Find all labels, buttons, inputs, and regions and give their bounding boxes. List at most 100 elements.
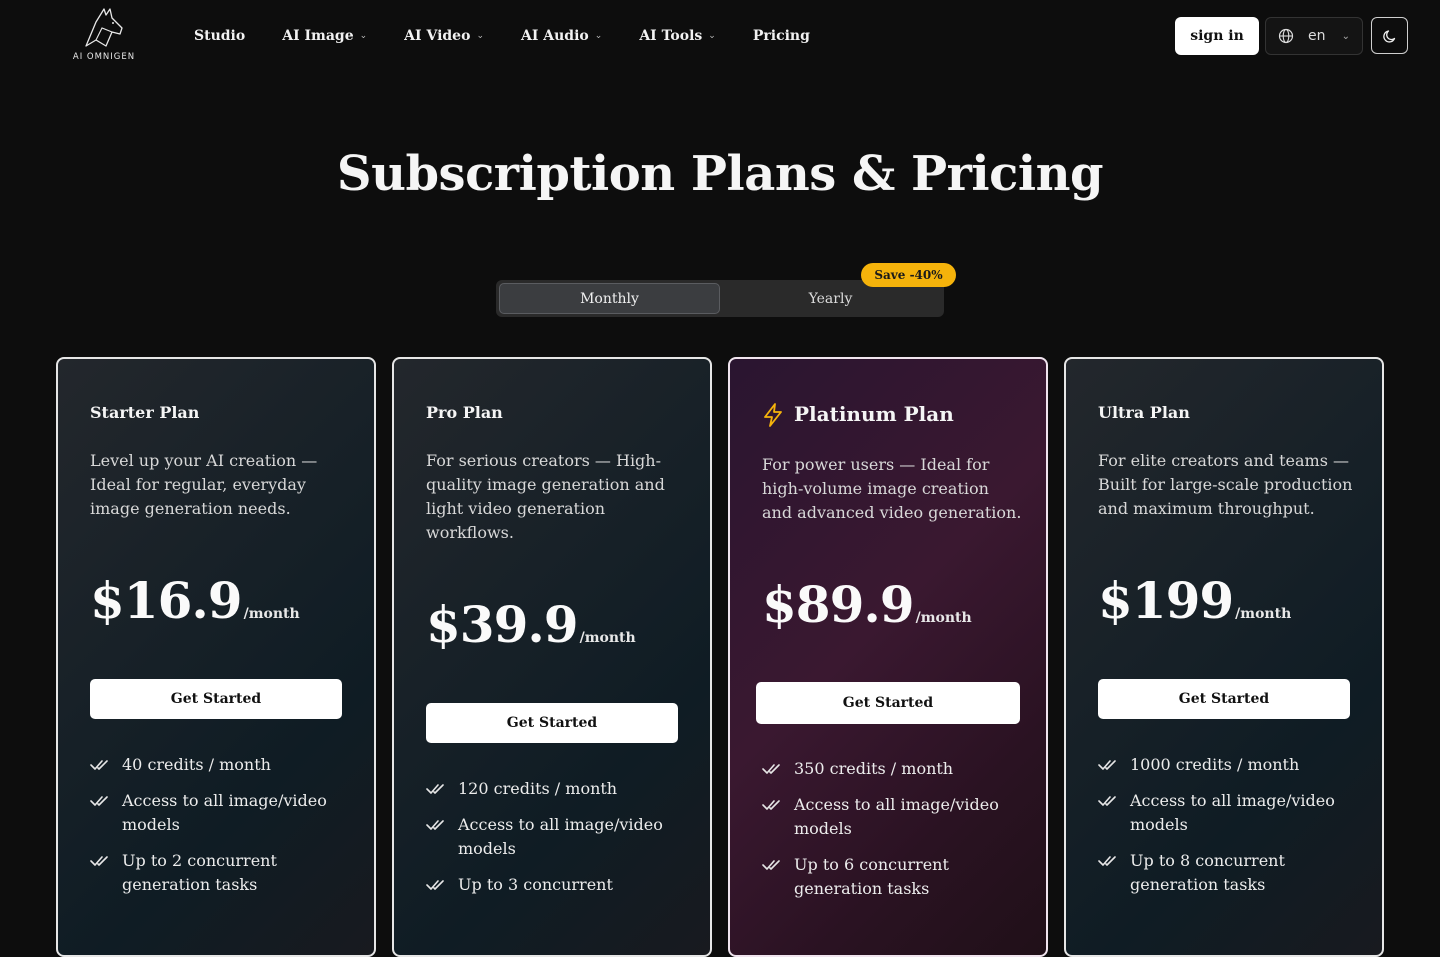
chevron-down-icon: ⌄ bbox=[359, 31, 368, 41]
price-period: /month bbox=[243, 606, 300, 622]
plan-card-pro: Pro Plan For serious creators — High-qua… bbox=[392, 357, 712, 957]
language-value: en bbox=[1308, 28, 1326, 44]
feature-item: 40 credits / month bbox=[90, 753, 350, 777]
get-started-button[interactable]: Get Started bbox=[756, 682, 1020, 724]
feature-item: Access to all image/video models bbox=[426, 813, 686, 861]
save-badge: Save -40% bbox=[861, 263, 956, 287]
feature-item: Up to 2 concurrent generation tasks bbox=[90, 849, 350, 897]
plan-name: Starter Plan bbox=[90, 403, 200, 422]
double-check-icon bbox=[1098, 796, 1116, 806]
price-amount: $39.9 bbox=[426, 595, 579, 654]
price-amount: $89.9 bbox=[762, 575, 915, 634]
feature-item: 1000 credits / month bbox=[1098, 753, 1358, 777]
theme-toggle-button[interactable] bbox=[1371, 17, 1408, 54]
feature-item: 120 credits / month bbox=[426, 777, 686, 801]
nav-link-label: AI Image bbox=[282, 28, 354, 44]
nav-link-label: AI Video bbox=[404, 28, 471, 44]
feature-text: Up to 6 concurrent generation tasks bbox=[794, 855, 949, 898]
nav-link-studio[interactable]: Studio bbox=[194, 28, 245, 44]
get-started-button[interactable]: Get Started bbox=[90, 679, 342, 719]
double-check-icon bbox=[1098, 760, 1116, 770]
plan-price: $89.9 /month bbox=[762, 575, 972, 634]
sign-in-button[interactable]: sign in bbox=[1175, 17, 1259, 55]
plan-card-ultra: Ultra Plan For elite creators and teams … bbox=[1064, 357, 1384, 957]
plan-price: $16.9 /month bbox=[90, 571, 300, 630]
logo[interactable]: AI OMNIGEN bbox=[66, 6, 142, 64]
nav-link-ai-image[interactable]: AI Image ⌄ bbox=[282, 28, 367, 44]
tab-yearly[interactable]: Yearly bbox=[720, 283, 941, 314]
lightning-bolt-icon bbox=[764, 403, 782, 427]
double-check-icon bbox=[426, 880, 444, 890]
double-check-icon bbox=[426, 820, 444, 830]
feature-text: Access to all image/video models bbox=[458, 815, 663, 858]
feature-item: Up to 8 concurrent generation tasks bbox=[1098, 849, 1358, 897]
price-period: /month bbox=[915, 610, 972, 626]
feature-item: Access to all image/video models bbox=[1098, 789, 1358, 837]
nav-links: Studio AI Image ⌄ AI Video ⌄ AI Audio ⌄ AI … bbox=[194, 0, 847, 72]
double-check-icon bbox=[90, 856, 108, 866]
feature-text: Up to 3 concurrent bbox=[458, 875, 613, 894]
feature-text: Up to 2 concurrent generation tasks bbox=[122, 851, 277, 894]
feature-list: 350 credits / month Access to all image/… bbox=[762, 757, 1022, 913]
nav-link-label: AI Tools bbox=[639, 28, 703, 44]
feature-text: Access to all image/video models bbox=[122, 791, 327, 834]
price-amount: $16.9 bbox=[90, 571, 243, 630]
nav-link-ai-video[interactable]: AI Video ⌄ bbox=[404, 28, 484, 44]
plan-description: For elite creators and teams — Built for… bbox=[1098, 451, 1353, 518]
feature-text: 120 credits / month bbox=[458, 779, 618, 798]
double-check-icon bbox=[90, 796, 108, 806]
double-check-icon bbox=[762, 764, 780, 774]
feature-list: 1000 credits / month Access to all image… bbox=[1098, 753, 1358, 909]
feature-item: Up to 6 concurrent generation tasks bbox=[762, 853, 1022, 901]
nav-link-ai-audio[interactable]: AI Audio ⌄ bbox=[521, 28, 602, 44]
feature-text: 40 credits / month bbox=[122, 755, 271, 774]
plan-description: For serious creators — High-quality imag… bbox=[426, 451, 665, 542]
price-amount: $199 bbox=[1098, 571, 1234, 630]
feature-item: 350 credits / month bbox=[762, 757, 1022, 781]
top-nav: AI OMNIGEN Studio AI Image ⌄ AI Video ⌄ AI… bbox=[0, 0, 1440, 72]
nav-link-label: Pricing bbox=[752, 28, 810, 44]
feature-text: Access to all image/video models bbox=[1130, 791, 1335, 834]
get-started-button[interactable]: Get Started bbox=[1098, 679, 1350, 719]
plan-price: $39.9 /month bbox=[426, 595, 636, 654]
plan-name: Ultra Plan bbox=[1098, 403, 1190, 422]
nav-link-pricing[interactable]: Pricing bbox=[753, 28, 810, 44]
double-check-icon bbox=[762, 860, 780, 870]
feature-item: Access to all image/video models bbox=[90, 789, 350, 837]
price-period: /month bbox=[579, 630, 636, 646]
feature-item: Up to 3 concurrent bbox=[426, 873, 686, 897]
feature-item: Access to all image/video models bbox=[762, 793, 1022, 841]
feature-text: 350 credits / month bbox=[794, 759, 954, 778]
double-check-icon bbox=[762, 800, 780, 810]
plan-card-platinum: Platinum Plan For power users — Ideal fo… bbox=[728, 357, 1048, 957]
double-check-icon bbox=[426, 784, 444, 794]
feature-text: Up to 8 concurrent generation tasks bbox=[1130, 851, 1285, 894]
nav-link-ai-tools[interactable]: AI Tools ⌄ bbox=[639, 28, 716, 44]
page-title: Subscription Plans & Pricing bbox=[336, 146, 1104, 202]
plan-name: Platinum Plan bbox=[794, 402, 954, 426]
language-select[interactable]: en ⌄ bbox=[1265, 17, 1363, 55]
feature-list: 40 credits / month Access to all image/v… bbox=[90, 753, 350, 909]
price-period: /month bbox=[1235, 606, 1292, 622]
chevron-down-icon: ⌄ bbox=[1341, 30, 1350, 42]
globe-icon bbox=[1278, 28, 1294, 44]
double-check-icon bbox=[90, 760, 108, 770]
chevron-down-icon: ⌄ bbox=[708, 31, 716, 41]
moon-icon bbox=[1382, 29, 1395, 43]
plan-name: Pro Plan bbox=[426, 403, 503, 422]
plan-description: For power users — Ideal for high-volume … bbox=[762, 455, 1022, 522]
logo-text: AI OMNIGEN bbox=[72, 52, 136, 62]
get-started-button[interactable]: Get Started bbox=[426, 703, 678, 743]
feature-text: 1000 credits / month bbox=[1130, 755, 1300, 774]
feature-text: Access to all image/video models bbox=[794, 795, 999, 838]
chevron-down-icon: ⌄ bbox=[476, 31, 484, 41]
tab-monthly[interactable]: Monthly bbox=[499, 283, 720, 314]
nav-link-label: Studio bbox=[194, 28, 246, 44]
dog-logo-icon bbox=[85, 8, 123, 47]
double-check-icon bbox=[1098, 856, 1116, 866]
feature-list: 120 credits / month Access to all image/… bbox=[426, 777, 686, 909]
plan-description: Level up your AI creation — Ideal for re… bbox=[90, 451, 318, 518]
plan-price: $199 /month bbox=[1098, 571, 1291, 630]
nav-link-label: AI Audio bbox=[520, 28, 589, 44]
plan-card-starter: Starter Plan Level up your AI creation —… bbox=[56, 357, 376, 957]
